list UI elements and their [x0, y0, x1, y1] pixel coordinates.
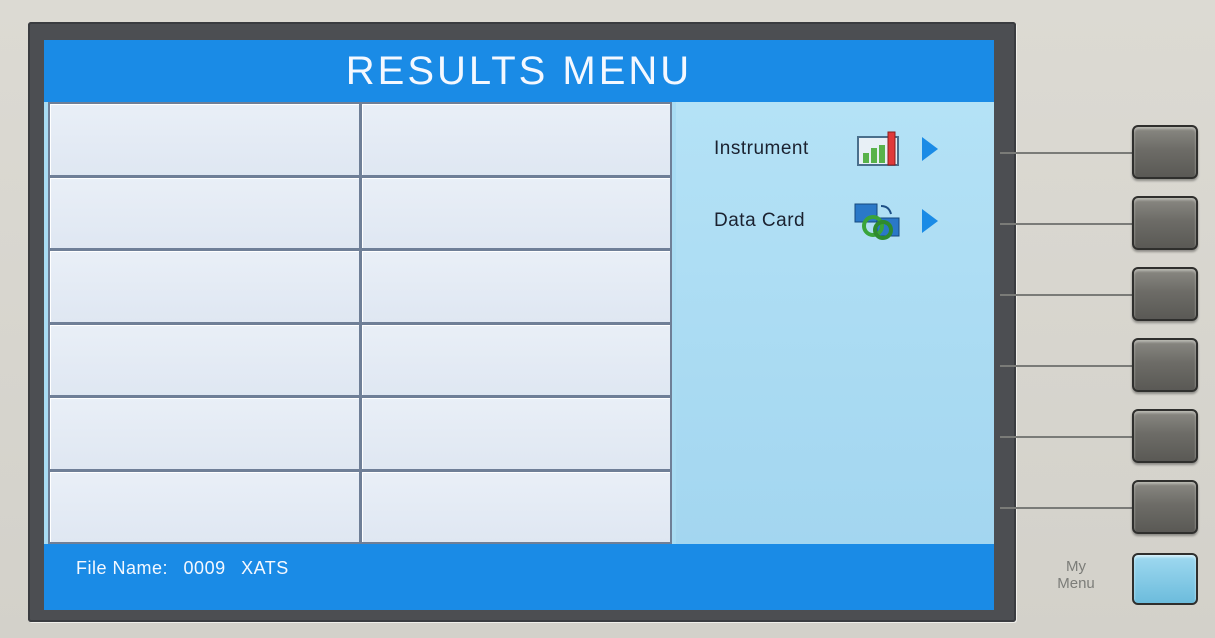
soft-key-connector [1000, 507, 1132, 509]
soft-key-5-button[interactable] [1132, 409, 1198, 463]
file-name-label: File Name: [76, 558, 169, 578]
soft-key-6-button[interactable] [1132, 480, 1198, 534]
result-cell[interactable] [50, 104, 359, 175]
my-menu-button[interactable] [1132, 553, 1198, 605]
my-menu-label: My Menu [1036, 558, 1116, 592]
soft-key-connector [1000, 436, 1132, 438]
result-cell[interactable] [361, 177, 670, 248]
soft-key-connector [1000, 152, 1132, 154]
soft-key-2-button[interactable] [1132, 196, 1198, 250]
chevron-right-icon [922, 137, 938, 161]
result-cell[interactable] [50, 471, 359, 542]
soft-key-4-button[interactable] [1132, 338, 1198, 392]
menu-item-label: Instrument [714, 138, 809, 159]
result-cell[interactable] [50, 251, 359, 322]
status-bar: File Name: 0009 XATS [44, 544, 994, 610]
file-id: XATS [241, 558, 289, 578]
soft-key-connector [1000, 365, 1132, 367]
result-cell[interactable] [50, 177, 359, 248]
result-cell[interactable] [361, 251, 670, 322]
side-menu: Instrument Data Card [676, 102, 994, 544]
page-title: RESULTS MENU [44, 40, 994, 102]
file-name-display: File Name: 0009 XATS [76, 558, 299, 579]
soft-key-1-button[interactable] [1132, 125, 1198, 179]
soft-key-3-button[interactable] [1132, 267, 1198, 321]
soft-key-connector [1000, 294, 1132, 296]
result-cell[interactable] [50, 324, 359, 395]
soft-key-connector [1000, 223, 1132, 225]
chevron-right-icon [922, 209, 938, 233]
menu-item-instrument[interactable]: Instrument [714, 124, 984, 174]
my-menu-label-line2: Menu [1057, 575, 1095, 592]
results-grid [48, 102, 672, 544]
result-cell[interactable] [50, 398, 359, 469]
result-cell[interactable] [361, 471, 670, 542]
lcd-screen: RESULTS MENU Instrument Data Card File N… [44, 40, 994, 610]
file-number: 0009 [183, 558, 226, 578]
menu-item-label: Data Card [714, 210, 806, 231]
bar-chart-icon [852, 129, 904, 169]
my-menu-label-line1: My [1066, 558, 1086, 575]
result-cell[interactable] [361, 324, 670, 395]
data-card-sync-icon [852, 201, 904, 241]
menu-item-data-card[interactable]: Data Card [714, 196, 984, 246]
result-cell[interactable] [361, 398, 670, 469]
result-cell[interactable] [361, 104, 670, 175]
